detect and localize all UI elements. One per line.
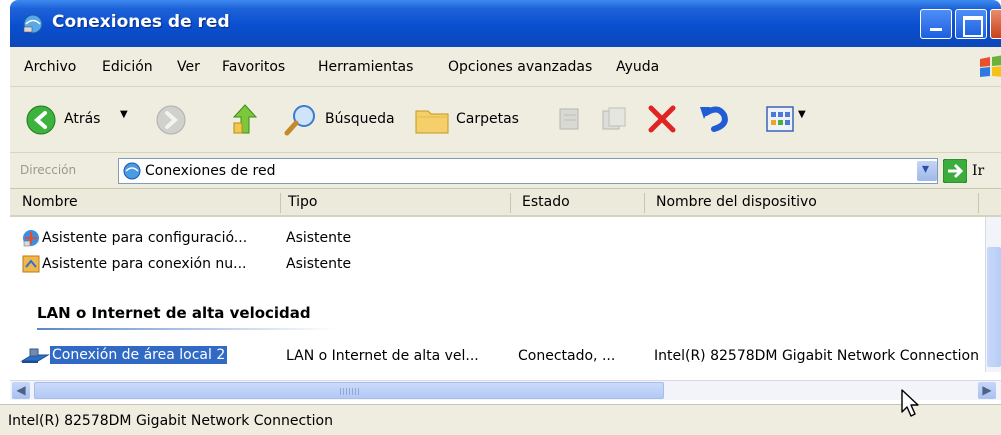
connection-status: Conectado, ... <box>518 348 616 364</box>
horizontal-scroll-thumb[interactable] <box>34 382 664 399</box>
network-connections-icon <box>123 162 141 180</box>
new-connection-wizard-icon <box>22 255 40 273</box>
views-icon[interactable] <box>765 105 795 133</box>
close-button[interactable] <box>990 9 1001 39</box>
list-item-name: Asistente para conexión nu... <box>42 256 247 272</box>
title-bar: Conexiones de red <box>10 0 1001 47</box>
toolbar: Atrás ▼ Búsqueda Carpetas ▼ <box>10 87 1001 153</box>
status-text: Intel(R) 82578DM Gigabit Network Connect… <box>8 413 333 429</box>
horizontal-scrollbar[interactable]: ◀ ▶ <box>10 380 1001 400</box>
column-divider[interactable] <box>510 193 511 213</box>
network-setup-wizard-icon <box>23 230 39 247</box>
column-tipo[interactable]: Tipo <box>288 194 317 210</box>
file-list: Asistente para configuració... Asistente… <box>10 217 985 380</box>
connection-type: LAN o Internet de alta vel... <box>286 348 479 364</box>
folders-icon[interactable] <box>414 105 450 135</box>
vertical-scroll-thumb[interactable] <box>987 247 1001 367</box>
group-divider <box>37 328 337 330</box>
delete-icon[interactable] <box>646 103 678 135</box>
menu-bar: Archivo Edición Ver Favoritos Herramient… <box>10 47 1001 87</box>
status-bar: Intel(R) 82578DM Gigabit Network Connect… <box>0 404 1001 435</box>
menu-herramientas[interactable]: Herramientas <box>318 59 413 75</box>
minimize-button[interactable] <box>920 9 952 39</box>
list-item-name: Asistente para configuració... <box>42 230 248 246</box>
menu-opciones-avanzadas[interactable]: Opciones avanzadas <box>448 59 592 75</box>
column-divider[interactable] <box>280 193 281 213</box>
list-item-type: Asistente <box>286 256 352 272</box>
maximize-button[interactable] <box>955 9 987 39</box>
address-value[interactable]: Conexiones de red <box>145 163 275 179</box>
column-header: Nombre Tipo Estado Nombre del dispositiv… <box>10 189 1001 217</box>
connection-name[interactable]: Conexión de área local 2 <box>50 346 228 364</box>
list-item-type: Asistente <box>286 230 352 246</box>
group-heading: LAN o Internet de alta velocidad <box>37 304 311 322</box>
vertical-scrollbar[interactable] <box>985 217 1001 372</box>
scroll-left-icon[interactable]: ◀ <box>12 382 30 399</box>
menu-ayuda[interactable]: Ayuda <box>616 59 659 75</box>
folders-button-label[interactable]: Carpetas <box>456 111 519 127</box>
lan-connection-icon <box>20 348 50 363</box>
connection-device: Intel(R) 82578DM Gigabit Network Connect… <box>654 348 979 364</box>
column-divider[interactable] <box>644 193 645 213</box>
address-field[interactable]: Conexiones de red <box>118 158 938 184</box>
menu-edicion[interactable]: Edición <box>102 59 153 75</box>
address-label: Dirección <box>20 163 77 177</box>
mouse-cursor-icon <box>901 389 919 417</box>
network-connections-icon <box>23 14 43 34</box>
menu-archivo[interactable]: Archivo <box>24 59 76 75</box>
column-nombre[interactable]: Nombre <box>22 194 78 210</box>
scroll-right-icon[interactable]: ▶ <box>978 382 996 399</box>
menu-favoritos[interactable]: Favoritos <box>222 59 285 75</box>
back-arrow-icon[interactable] <box>26 105 56 135</box>
window-title: Conexiones de red <box>52 12 230 32</box>
move-to-icon <box>559 108 579 130</box>
address-bar: Dirección Conexiones de red Ir <box>10 153 1001 189</box>
column-nombre-dispositivo[interactable]: Nombre del dispositivo <box>656 194 817 210</box>
address-dropdown-icon[interactable] <box>917 161 937 181</box>
menu-ver[interactable]: Ver <box>177 59 200 75</box>
go-button-label[interactable]: Ir <box>972 163 984 179</box>
search-button-label[interactable]: Búsqueda <box>325 111 395 127</box>
column-divider[interactable] <box>978 193 979 213</box>
search-icon[interactable] <box>284 103 318 137</box>
go-arrow-icon[interactable] <box>943 159 967 183</box>
folder-up-icon[interactable] <box>232 103 258 135</box>
forward-arrow-icon <box>156 105 186 135</box>
back-dropdown-icon[interactable]: ▼ <box>120 109 128 120</box>
copy-to-icon <box>602 107 626 130</box>
windows-logo-icon <box>980 55 1001 77</box>
column-estado[interactable]: Estado <box>522 194 570 210</box>
views-dropdown-icon[interactable]: ▼ <box>798 109 806 120</box>
scroll-grip <box>340 388 360 395</box>
undo-icon[interactable] <box>698 103 732 135</box>
back-button-label[interactable]: Atrás <box>64 111 100 127</box>
